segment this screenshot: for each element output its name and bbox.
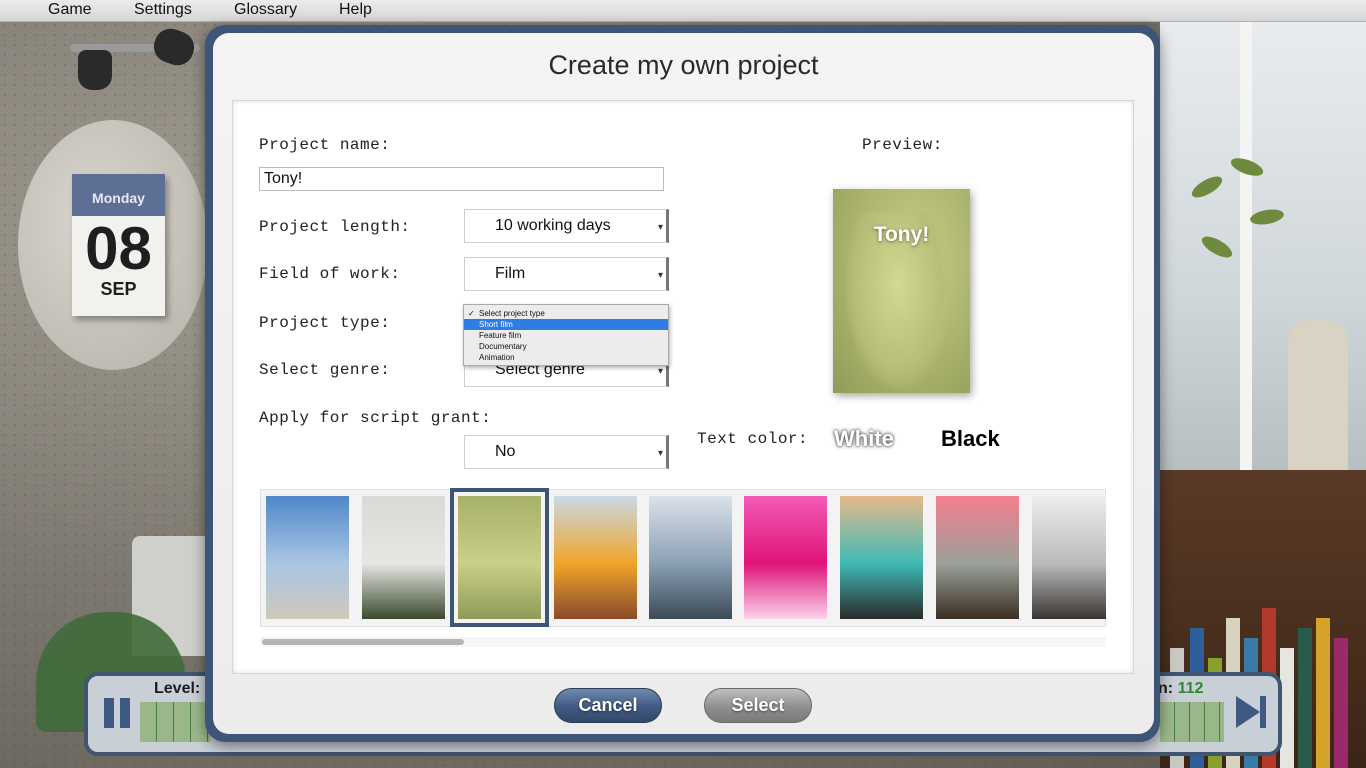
calendar-month: SEP xyxy=(100,279,137,299)
thumbnail-sunglasses[interactable] xyxy=(1032,496,1106,619)
menu-item-help[interactable]: Help xyxy=(339,1,372,19)
preview-title: Tony! xyxy=(873,223,930,246)
chevron-down-icon: ▾ xyxy=(657,448,663,459)
calendar[interactable]: Monday 08 SEP xyxy=(72,174,165,316)
thumbnail-sunset-sea[interactable] xyxy=(649,496,732,619)
money-value: 112 xyxy=(1177,680,1204,697)
project-length-label: Project length: xyxy=(259,218,411,236)
level-label: Level: xyxy=(154,680,201,697)
project-length-value: 10 working days xyxy=(495,217,611,234)
project-type-option[interactable]: Animation xyxy=(464,352,668,363)
menu-bar: Game Settings Glossary Help xyxy=(0,0,1366,22)
thumbnail-fruits-plate[interactable] xyxy=(554,496,637,619)
time-grid xyxy=(1160,702,1224,742)
script-grant-select[interactable]: No ▾ xyxy=(464,435,669,469)
thumbnail-wine-glass[interactable] xyxy=(840,496,923,619)
calendar-day: 08 xyxy=(85,215,152,282)
text-color-white-option[interactable]: White xyxy=(834,426,894,452)
text-color-black-option[interactable]: Black xyxy=(941,426,1000,452)
plant xyxy=(1180,150,1290,350)
project-name-input[interactable] xyxy=(259,167,664,191)
project-type-option[interactable]: Documentary xyxy=(464,341,668,352)
genre-label: Select genre: xyxy=(259,361,391,379)
play-icon[interactable] xyxy=(1236,696,1260,728)
calendar-weekday: Monday xyxy=(72,174,165,216)
dialog-title: Create my own project xyxy=(548,50,819,80)
horse-statue xyxy=(1288,320,1348,490)
chevron-down-icon: ▾ xyxy=(657,366,663,377)
money-label: n: 112 xyxy=(1158,680,1203,698)
text-color-label: Text color: xyxy=(697,430,809,448)
fast-forward-bar-icon xyxy=(1260,696,1266,728)
thumbnail-scrollbar-handle[interactable] xyxy=(262,639,464,645)
project-type-dropdown[interactable]: Select project type Short film Feature f… xyxy=(463,304,669,366)
project-name-label: Project name: xyxy=(259,136,391,154)
project-type-option[interactable]: Short film xyxy=(464,319,668,330)
cancel-button[interactable]: Cancel xyxy=(554,688,662,723)
field-of-work-value: Film xyxy=(495,265,526,282)
thumbnail-pink-leaf[interactable] xyxy=(936,496,1019,619)
money-label-suffix: n: xyxy=(1158,680,1174,697)
preview-label: Preview: xyxy=(862,136,943,154)
pause-button[interactable] xyxy=(98,686,138,740)
field-of-work-select[interactable]: Film ▾ xyxy=(464,257,669,291)
menu-item-settings[interactable]: Settings xyxy=(134,1,192,19)
chevron-down-icon: ▾ xyxy=(657,270,663,281)
menu-item-glossary[interactable]: Glossary xyxy=(234,1,297,19)
level-grid xyxy=(140,702,210,742)
menu-item-game[interactable]: Game xyxy=(48,1,92,19)
select-button[interactable]: Select xyxy=(704,688,812,723)
thumbnail-pink-flower[interactable] xyxy=(744,496,827,619)
project-type-option[interactable]: Select project type xyxy=(464,308,668,319)
project-type-option[interactable]: Feature film xyxy=(464,330,668,341)
script-grant-value: No xyxy=(495,443,516,460)
project-length-select[interactable]: 10 working days ▾ xyxy=(464,209,669,243)
thumbnail-pier-sea[interactable] xyxy=(266,496,349,619)
thumbnail-portrait-man[interactable] xyxy=(450,488,549,627)
thumbnail-green-plant[interactable] xyxy=(362,496,445,619)
field-of-work-label: Field of work: xyxy=(259,265,401,283)
preview-poster: Tony! xyxy=(833,189,970,393)
project-type-label: Project type: xyxy=(259,314,391,332)
ceiling-lamp xyxy=(70,24,200,90)
script-grant-label: Apply for script grant: xyxy=(259,409,492,427)
chevron-down-icon: ▾ xyxy=(657,222,663,233)
